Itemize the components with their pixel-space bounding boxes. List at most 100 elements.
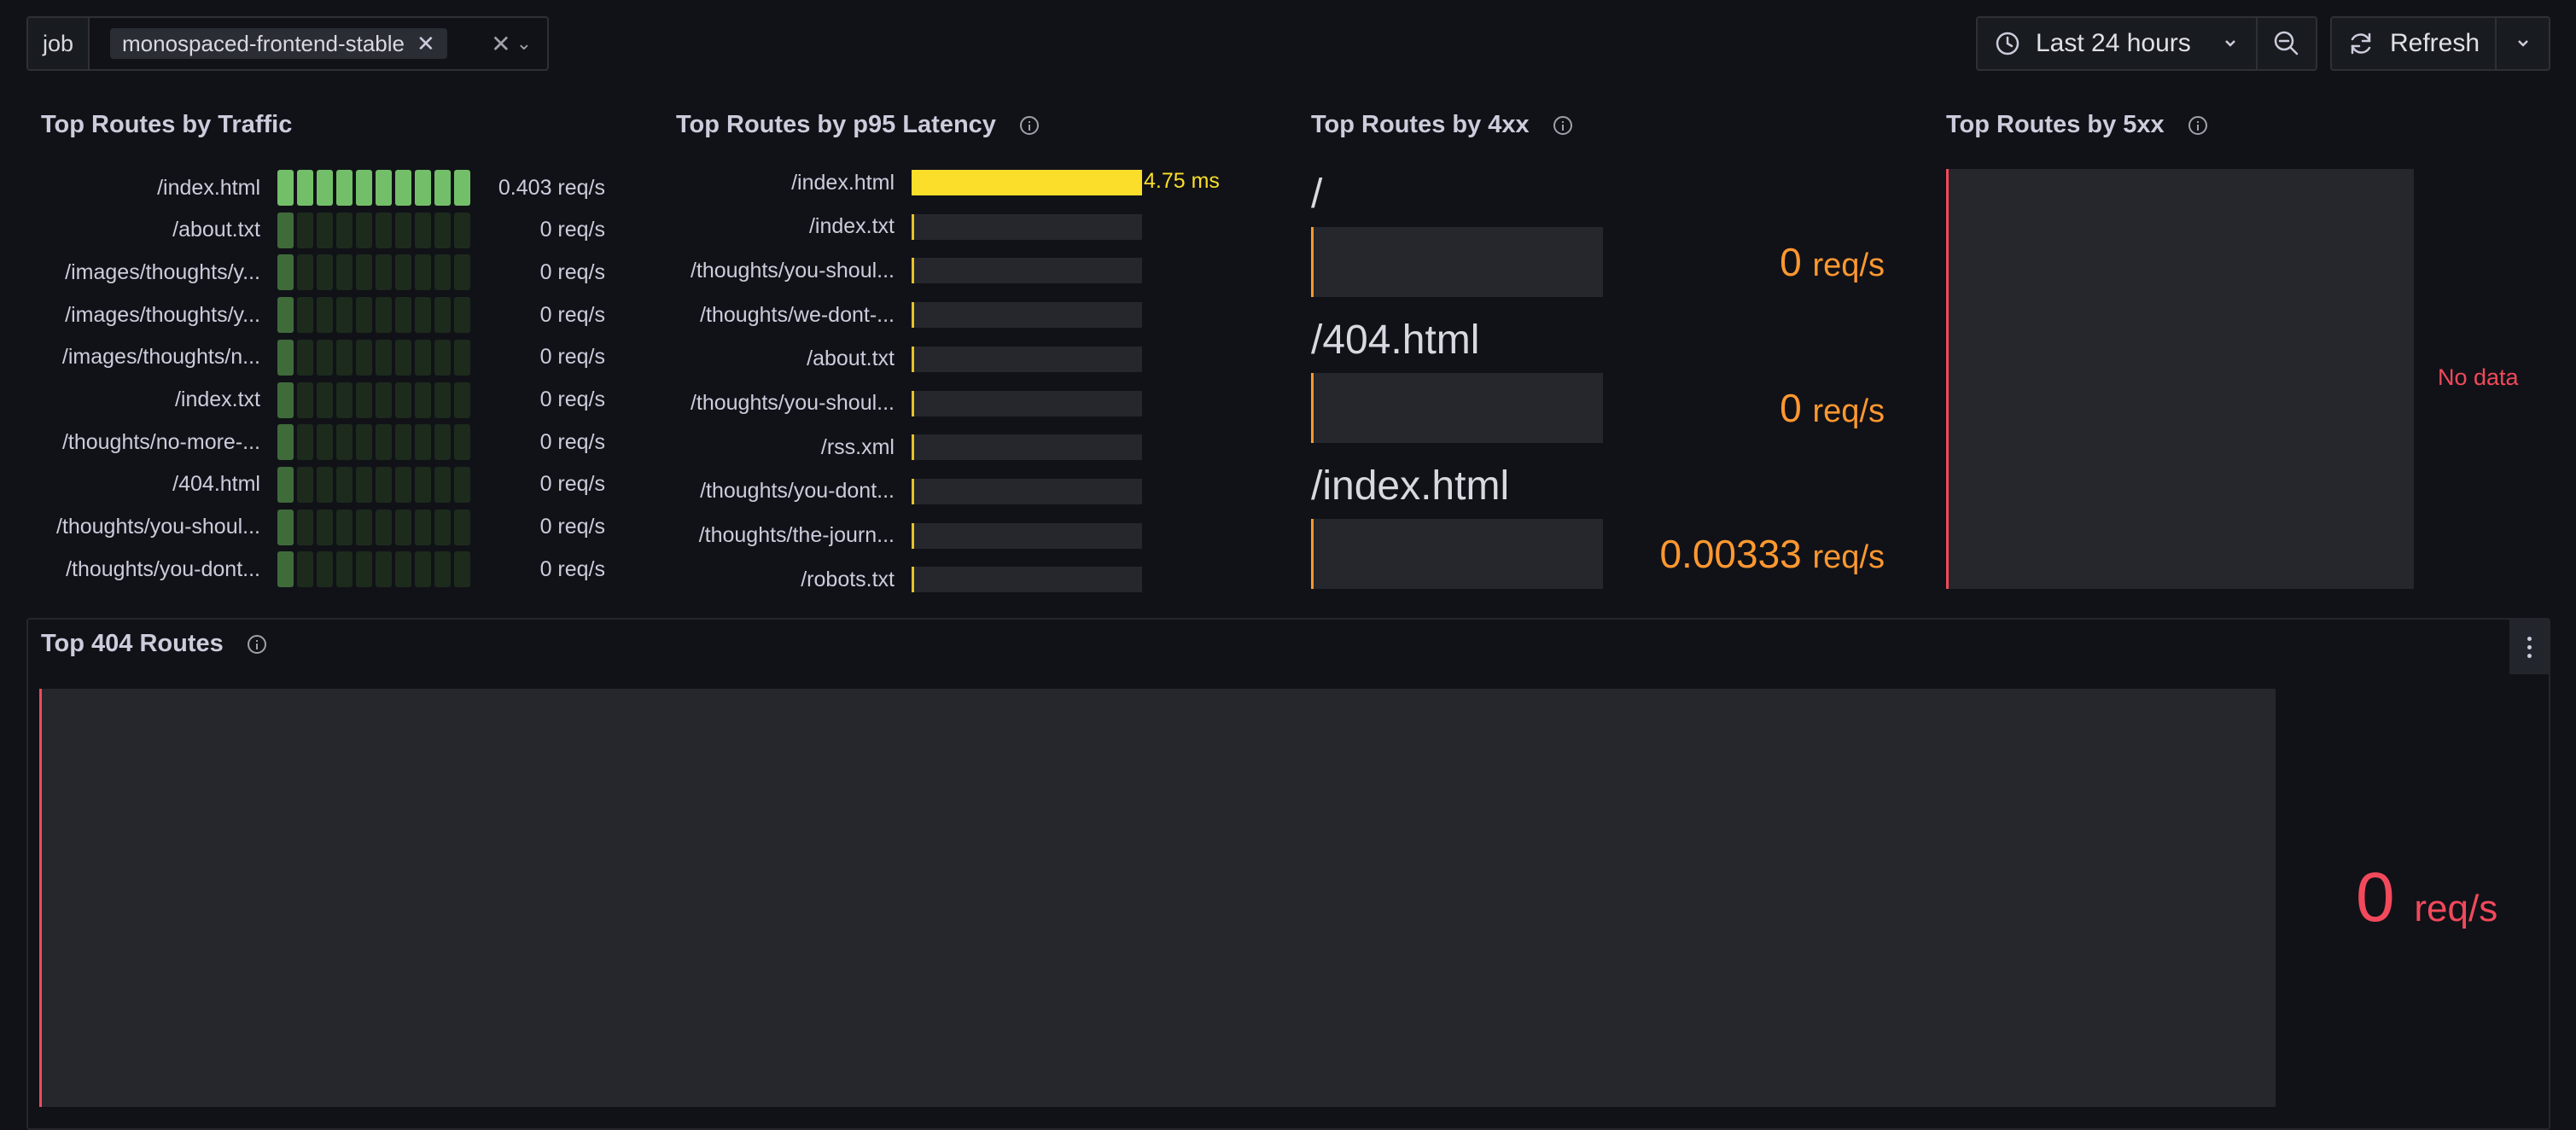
gauge-cell bbox=[317, 297, 333, 334]
gauge-cell bbox=[434, 297, 451, 334]
chevron-down-icon[interactable]: ⌄ bbox=[516, 32, 532, 55]
info-icon[interactable] bbox=[1553, 115, 1572, 135]
latency-bar-track bbox=[912, 170, 1142, 195]
gauge-cell bbox=[454, 382, 470, 418]
latency-row: /index.txt bbox=[674, 208, 1272, 246]
traffic-value: 0 req/s bbox=[539, 429, 605, 454]
clear-icon[interactable]: ✕ bbox=[491, 30, 510, 58]
latency-panel-title[interactable]: Top Routes by p95 Latency bbox=[676, 111, 1039, 139]
gauge-cell bbox=[336, 466, 353, 503]
info-icon[interactable] bbox=[2188, 115, 2207, 135]
latency-row: /about.txt bbox=[674, 341, 1272, 378]
gauge-cell bbox=[376, 339, 392, 376]
latency-route-label: /rss.xml bbox=[820, 434, 895, 459]
gauge-cell bbox=[317, 339, 333, 376]
latency-bar-fill bbox=[912, 478, 915, 504]
gauge-cell bbox=[317, 509, 333, 545]
gauge-cell bbox=[395, 466, 411, 503]
gauge-cell bbox=[277, 551, 294, 588]
gauge-cell bbox=[356, 339, 372, 376]
gauge-cell bbox=[336, 382, 353, 418]
traffic-gauge-cells bbox=[277, 212, 470, 248]
gauge-cell bbox=[277, 509, 294, 545]
traffic-gauge-cells bbox=[277, 509, 470, 545]
latency-row: /thoughts/you-shoul... bbox=[674, 252, 1272, 289]
refresh-icon bbox=[2351, 32, 2371, 55]
latency-bar-fill bbox=[912, 567, 915, 593]
refresh-button[interactable]: Refresh bbox=[2332, 18, 2495, 69]
gauge-cell bbox=[454, 551, 470, 588]
gauge-cell bbox=[434, 551, 451, 588]
gauge-cell bbox=[415, 254, 431, 291]
gauge-cell bbox=[434, 424, 451, 461]
gauge-cell bbox=[454, 424, 470, 461]
gauge-cell bbox=[277, 297, 294, 334]
traffic-route-label: /index.html bbox=[157, 175, 260, 200]
latency-row: /robots.txt bbox=[674, 561, 1272, 598]
latency-bar-track bbox=[912, 567, 1142, 593]
gauge-cell bbox=[415, 212, 431, 248]
info-icon[interactable] bbox=[1019, 115, 1039, 135]
zoom-out-button[interactable] bbox=[2256, 18, 2316, 69]
gauge-cell bbox=[395, 382, 411, 418]
5xx-panel-title[interactable]: Top Routes by 5xx bbox=[1946, 111, 2207, 139]
gauge-cell bbox=[415, 170, 431, 206]
latency-row: /thoughts/you-shoul... bbox=[674, 385, 1272, 422]
gauge-cell bbox=[317, 212, 333, 248]
latency-bar-track bbox=[912, 346, 1142, 372]
chevron-down-icon bbox=[2225, 40, 2235, 47]
gauge-cell bbox=[434, 254, 451, 291]
404-panel-title[interactable]: Top 404 Routes bbox=[41, 630, 266, 658]
gauge-cell bbox=[356, 212, 372, 248]
time-range-picker[interactable]: Last 24 hours bbox=[1976, 16, 2317, 71]
time-range-button[interactable]: Last 24 hours bbox=[1978, 18, 2256, 69]
menu-dot bbox=[2526, 653, 2532, 658]
gauge-cell bbox=[434, 170, 451, 206]
gauge-cell bbox=[356, 551, 372, 588]
refresh-picker[interactable]: Refresh bbox=[2330, 16, 2550, 71]
latency-route-label: /index.html bbox=[791, 170, 895, 195]
traffic-route-label: /thoughts/you-dont... bbox=[66, 556, 260, 581]
info-icon[interactable] bbox=[247, 634, 266, 654]
traffic-row: /images/thoughts/y... 0 req/s bbox=[34, 253, 632, 291]
4xx-title-text: Top Routes by 4xx bbox=[1311, 111, 1530, 138]
gauge-cell bbox=[277, 212, 294, 248]
gauge-cell bbox=[376, 382, 392, 418]
job-variable-picker[interactable]: job monospaced-frontend-stable ✕ ✕ ⌄ bbox=[26, 16, 549, 71]
traffic-row: /404.html 0 req/s bbox=[34, 466, 632, 504]
gauge-cell bbox=[336, 297, 353, 334]
latency-bar-track bbox=[912, 434, 1142, 461]
404-title-text: Top 404 Routes bbox=[41, 630, 224, 657]
4xx-value-number: 0 bbox=[1780, 240, 1802, 284]
traffic-route-label: /index.txt bbox=[174, 387, 260, 411]
menu-dot bbox=[2526, 644, 2532, 649]
latency-bar-fill bbox=[912, 302, 915, 329]
refresh-interval-dropdown[interactable] bbox=[2495, 18, 2549, 69]
4xx-stat-value: 0.00333 req/s bbox=[1458, 531, 1885, 577]
4xx-panel-title[interactable]: Top Routes by 4xx bbox=[1311, 111, 1572, 139]
traffic-gauge-cells bbox=[277, 382, 470, 418]
latency-title-text: Top Routes by p95 Latency bbox=[676, 111, 996, 138]
gauge-cell bbox=[395, 551, 411, 588]
traffic-gauge-cells bbox=[277, 551, 470, 588]
traffic-row: /index.html 0.403 req/s bbox=[34, 169, 632, 207]
latency-route-label: /index.txt bbox=[808, 214, 895, 239]
gauge-cell bbox=[454, 509, 470, 545]
gauge-cell bbox=[454, 297, 470, 334]
latency-route-label: /thoughts/you-shoul... bbox=[690, 391, 895, 415]
latency-row: /thoughts/you-dont... bbox=[674, 473, 1272, 510]
time-range-label: Last 24 hours bbox=[2036, 29, 2191, 57]
gauge-cell bbox=[297, 382, 313, 418]
traffic-value: 0 req/s bbox=[539, 302, 605, 327]
gauge-cell bbox=[336, 424, 353, 461]
gauge-cell bbox=[297, 170, 313, 206]
job-variable-chip[interactable]: monospaced-frontend-stable ✕ bbox=[110, 28, 447, 59]
traffic-panel-title[interactable]: Top Routes by Traffic bbox=[41, 111, 292, 139]
traffic-row: /index.txt 0 req/s bbox=[34, 382, 632, 419]
remove-chip-icon[interactable]: ✕ bbox=[417, 31, 435, 57]
traffic-gauge-cells bbox=[277, 424, 470, 461]
4xx-value-number: 0 bbox=[1780, 386, 1802, 430]
panel-menu-button[interactable] bbox=[2509, 620, 2549, 674]
gauge-cell bbox=[415, 382, 431, 418]
job-variable-value: monospaced-frontend-stable bbox=[122, 30, 405, 56]
